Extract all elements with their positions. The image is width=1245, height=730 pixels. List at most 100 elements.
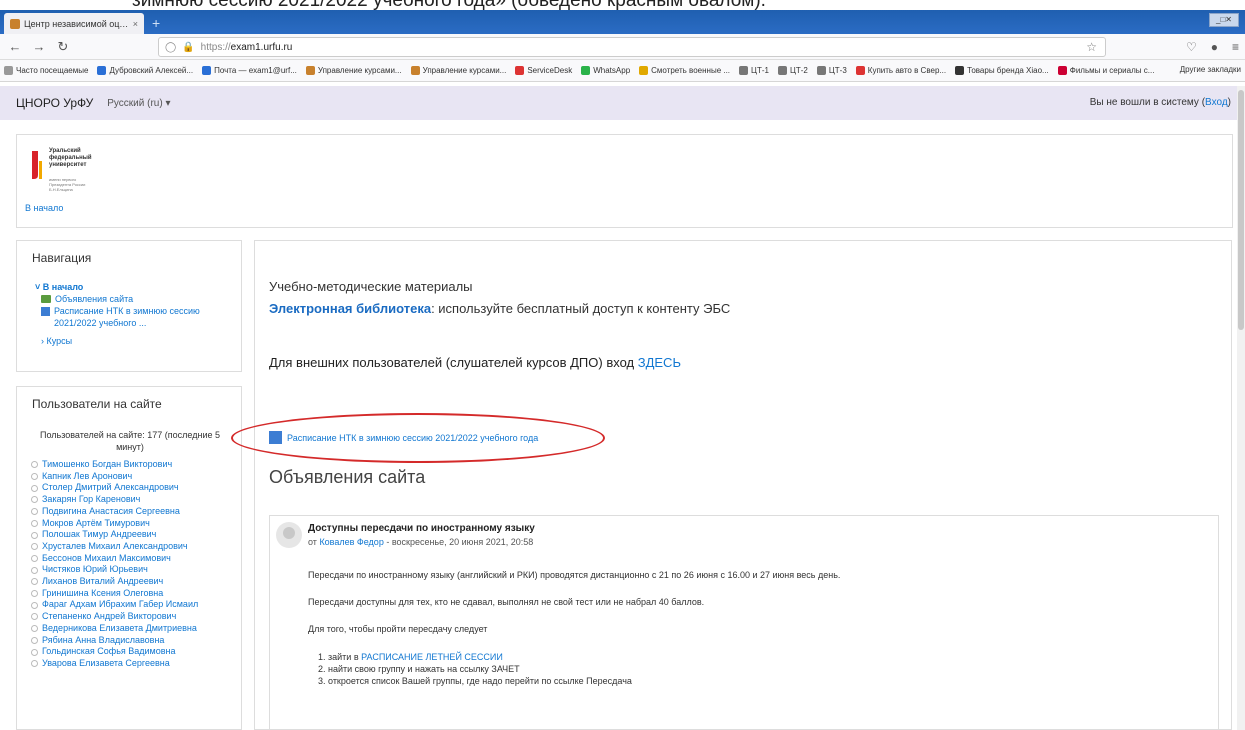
database-icon [41, 307, 50, 316]
browser-tab[interactable]: Центр независимой оценки резу × [4, 13, 144, 34]
external-users-line: Для внешних пользователей (слушателей ку… [269, 355, 681, 370]
nav-item-schedule[interactable]: Расписание НТК в зимнюю сессию 2021/2022… [35, 305, 234, 329]
online-user-link[interactable]: Гольдинская Софья Вадимовна [31, 646, 198, 658]
url-text: https://exam1.urfu.ru [200, 41, 293, 53]
schedule-link[interactable]: Расписание НТК в зимнюю сессию 2021/2022… [269, 431, 538, 444]
online-user-link[interactable]: Капник Лев Аронович [31, 471, 198, 483]
user-presence-icon [31, 601, 38, 609]
logo-subtext: имени первого Президента России Б.Н.Ельц… [49, 177, 86, 192]
user-presence-icon [31, 531, 38, 539]
bookmark-favicon-icon [816, 66, 826, 75]
browser-tab-bar: Центр независимой оценки резу × + _□✕ [0, 10, 1245, 34]
user-presence-icon [31, 554, 38, 562]
online-user-link[interactable]: Тимошенко Богдан Викторович [31, 459, 198, 471]
online-user-link[interactable]: Подвигина Анастасия Сергеевна [31, 506, 198, 518]
materials-heading: Учебно-методические материалы [269, 279, 473, 294]
online-user-link[interactable]: Мокров Артём Тимурович [31, 518, 198, 530]
user-presence-icon [31, 625, 38, 633]
user-presence-icon [31, 613, 38, 621]
bookmark-favicon-icon [581, 66, 591, 75]
account-icon[interactable]: ● [1211, 40, 1218, 54]
page-scrollbar[interactable] [1237, 86, 1245, 730]
online-user-link[interactable]: Лиханов Виталий Андреевич [31, 576, 198, 588]
bookmark-item[interactable]: ЦТ-2 [777, 66, 808, 75]
post-meta: от Ковалев Федор - воскресенье, 20 июня … [308, 537, 534, 547]
online-user-link[interactable]: Чистяков Юрий Юрьевич [31, 564, 198, 576]
scrollbar-thumb[interactable] [1238, 90, 1244, 330]
bookmark-favicon-icon [777, 66, 787, 75]
login-link[interactable]: Вход [1205, 97, 1228, 108]
bookmark-item[interactable]: ЦТ-1 [739, 66, 769, 75]
reload-icon[interactable]: ↻ [54, 39, 72, 55]
navigation-block: Навигация ˅ В начало Объявления сайта Ра… [16, 240, 242, 372]
language-menu[interactable]: Русский (ru) ▾ [107, 98, 170, 109]
bookmark-item[interactable]: Управление курсами... [305, 66, 402, 75]
bookmark-item[interactable]: Управление курсами... [410, 66, 506, 75]
bookmark-favicon-icon [955, 66, 965, 75]
online-users-list: Тимошенко Богдан Викторович Капник Лев Ар… [31, 459, 198, 670]
bookmark-favicon-icon [410, 66, 420, 75]
forum-post: Доступны пересдачи по иностранному языку… [269, 515, 1219, 730]
home-link[interactable]: В начало [25, 203, 63, 213]
post-subject: Доступны пересдачи по иностранному языку [308, 523, 535, 534]
bookmark-item[interactable]: Часто посещаемые [4, 66, 88, 75]
online-user-link[interactable]: Столер Дмитрий Александрович [31, 482, 198, 494]
pocket-icon[interactable]: ♡ [1186, 40, 1197, 54]
avatar [276, 522, 302, 548]
post-step: 1. зайти в РАСПИСАНИЕ ЛЕТНЕЙ СЕССИИ [318, 652, 503, 662]
post-steps: 1. зайти в РАСПИСАНИЕ ЛЕТНЕЙ СЕССИИ 2. н… [308, 651, 840, 687]
bookmark-favicon-icon [855, 66, 865, 75]
online-user-link[interactable]: Фараг Адхам Ибрахим Габер Исмаил [31, 599, 198, 611]
bookmark-star-icon[interactable]: ☆ [1086, 40, 1097, 54]
bookmark-favicon-icon [4, 66, 13, 75]
forward-icon[interactable]: → [30, 39, 48, 54]
menu-icon[interactable]: ≡ [1232, 40, 1239, 54]
online-user-link[interactable]: Ведерникова Елизавета Дмитриевна [31, 623, 198, 635]
site-name-link[interactable]: ЦНОРО УрФУ [16, 96, 93, 110]
online-user-link[interactable]: Бессонов Михаил Максимович [31, 553, 198, 565]
nav-item-announcements[interactable]: Объявления сайта [35, 293, 234, 305]
bookmark-item[interactable]: Смотреть военные ... [639, 66, 730, 75]
bookmark-item[interactable]: Купить авто в Свер... [855, 66, 946, 75]
bookmark-item[interactable]: Фильмы и сериалы с... [1057, 66, 1154, 75]
online-user-link[interactable]: Гринишина Ксения Олеговна [31, 588, 198, 600]
address-bar[interactable]: ◯ 🔒 https://exam1.urfu.ru ☆ [158, 37, 1106, 57]
bookmark-favicon-icon [202, 66, 212, 75]
close-tab-icon[interactable]: × [133, 19, 138, 29]
main-content: Учебно-методические материалы Электронна… [231, 240, 1232, 730]
new-tab-button[interactable]: + [152, 15, 160, 31]
external-login-link[interactable]: ЗДЕСЬ [638, 355, 681, 370]
bookmark-item[interactable]: Почта — exam1@urf... [202, 66, 297, 75]
bookmark-item[interactable]: ServiceDesk [515, 66, 572, 75]
bookmark-item[interactable]: ЦТ-3 [816, 66, 847, 75]
post-step: 2. найти свою группу и нажать на ссылку … [318, 664, 520, 674]
back-icon[interactable]: ← [6, 39, 24, 54]
other-bookmarks[interactable]: Другие закладки [1180, 65, 1241, 74]
forum-icon [41, 295, 51, 303]
online-user-link[interactable]: Рябина Анна Владиславовна [31, 635, 198, 647]
elib-link[interactable]: Электронная библиотека [269, 301, 431, 316]
online-user-link[interactable]: Хрусталев Михаил Александрович [31, 541, 198, 553]
site-header: ЦНОРО УрФУ Русский (ru) ▾ Вы не вошли в … [0, 86, 1245, 120]
user-presence-icon [31, 461, 38, 469]
browser-navbar: ← → ↻ ◯ 🔒 https://exam1.urfu.ru ☆ ♡ ● ≡ [0, 34, 1245, 60]
online-user-link[interactable]: Полошак Тимур Андреевич [31, 529, 198, 541]
nav-home-link[interactable]: ˅ В начало [35, 281, 234, 293]
post-author-link[interactable]: Ковалев Федор [319, 537, 383, 547]
window-controls[interactable]: _□✕ [1209, 13, 1239, 27]
summer-schedule-link[interactable]: РАСПИСАНИЕ ЛЕТНЕЙ СЕССИИ [361, 652, 503, 662]
bookmark-item[interactable]: Дубровский Алексей... [97, 66, 193, 75]
bookmark-item[interactable]: WhatsApp [581, 66, 630, 75]
online-user-link[interactable]: Закарян Гор Каренович [31, 494, 198, 506]
online-user-link[interactable]: Уварова Елизавета Сергеевна [31, 658, 198, 670]
online-users-title: Пользователи на сайте [32, 397, 162, 411]
login-status: Вы не вошли в систему (Вход) [1089, 97, 1231, 108]
bookmark-item[interactable]: Товары бренда Xiao... [955, 66, 1049, 75]
online-user-link[interactable]: Степаненко Андрей Викторович [31, 611, 198, 623]
user-presence-icon [31, 519, 38, 527]
user-presence-icon [31, 660, 38, 668]
post-paragraph: Пересдачи доступны для тех, кто не сдава… [308, 597, 705, 607]
post-step: 3. откроется список Вашей группы, где на… [318, 676, 632, 686]
nav-courses-link[interactable]: › Курсы [35, 335, 234, 347]
user-presence-icon [31, 473, 38, 481]
